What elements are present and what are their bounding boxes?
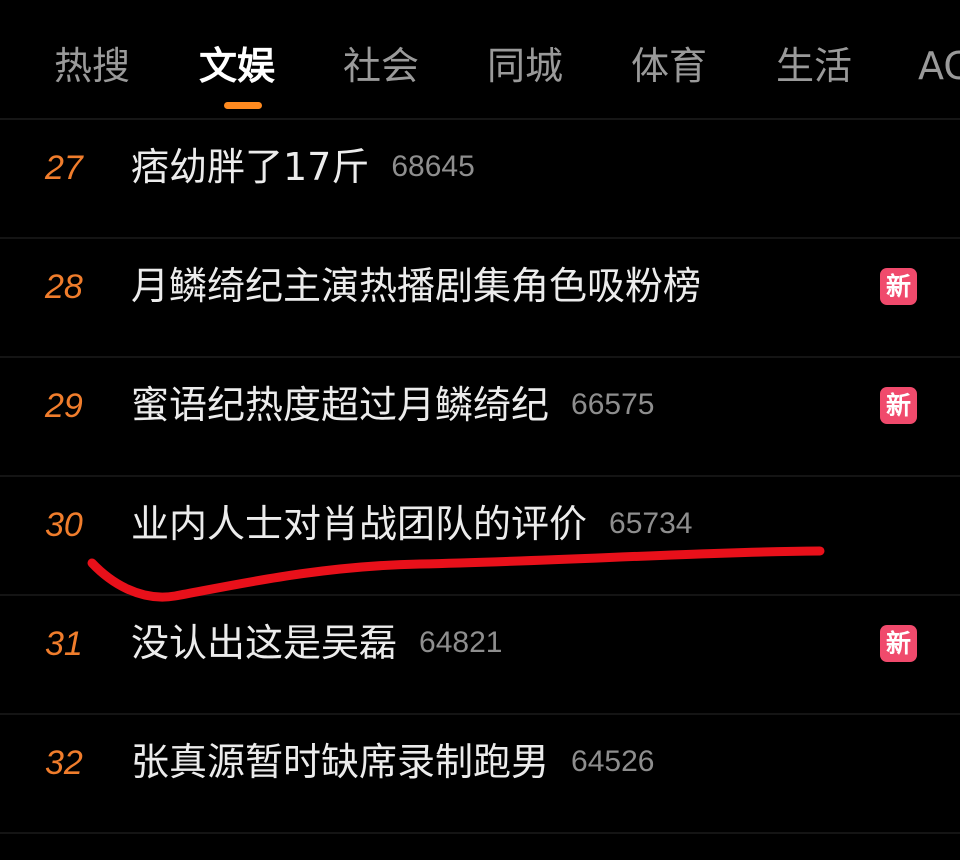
rank-number: 30 bbox=[45, 506, 83, 544]
heat-value: 65734 bbox=[609, 507, 693, 540]
topic-title[interactable]: 月鳞绮纪主演热播剧集角色吸粉榜 bbox=[131, 264, 701, 308]
tab-life[interactable]: 生活 bbox=[776, 44, 852, 88]
rank-number: 32 bbox=[45, 744, 83, 782]
list-item[interactable]: 28 月鳞绮纪主演热播剧集角色吸粉榜 新 bbox=[0, 239, 960, 358]
new-badge: 新 bbox=[880, 387, 917, 424]
rank-number: 27 bbox=[45, 149, 83, 187]
topic-title[interactable]: 业内人士对肖战团队的评价 bbox=[131, 502, 587, 546]
tab-local[interactable]: 同城 bbox=[487, 44, 563, 88]
new-badge: 新 bbox=[880, 625, 917, 662]
list-item[interactable]: 30 业内人士对肖战团队的评价 65734 bbox=[0, 477, 960, 596]
tab-sports[interactable]: 体育 bbox=[631, 44, 707, 88]
topic-title[interactable]: 蜜语纪热度超过月鳞绮纪 bbox=[131, 383, 549, 427]
tab-hot-search[interactable]: 热搜 bbox=[54, 44, 130, 88]
topic-title[interactable]: 张真源暂时缺席录制跑男 bbox=[131, 740, 549, 784]
row-content: 蜜语纪热度超过月鳞绮纪 66575 bbox=[131, 380, 654, 430]
row-content: 痞幼胖了17斤 68645 bbox=[131, 142, 475, 192]
row-content: 月鳞绮纪主演热播剧集角色吸粉榜 bbox=[131, 261, 701, 311]
heat-value: 66575 bbox=[571, 388, 655, 421]
list-item[interactable]: 27 痞幼胖了17斤 68645 bbox=[0, 120, 960, 239]
tab-acg[interactable]: AC bbox=[918, 44, 960, 88]
new-badge: 新 bbox=[880, 268, 917, 305]
tab-society[interactable]: 社会 bbox=[343, 44, 419, 88]
rank-number: 28 bbox=[45, 268, 83, 306]
row-content: 张真源暂时缺席录制跑男 64526 bbox=[131, 737, 654, 787]
hot-search-list: 27 痞幼胖了17斤 68645 28 月鳞绮纪主演热播剧集角色吸粉榜 新 29 … bbox=[0, 120, 960, 834]
heat-value: 68645 bbox=[391, 150, 475, 183]
category-tab-bar: 热搜 文娱 社会 同城 体育 生活 AC bbox=[0, 0, 960, 120]
topic-title[interactable]: 没认出这是吴磊 bbox=[131, 621, 397, 665]
active-tab-indicator bbox=[224, 102, 262, 109]
rank-number: 31 bbox=[45, 625, 83, 663]
heat-value: 64526 bbox=[571, 745, 655, 778]
row-content: 没认出这是吴磊 64821 bbox=[131, 618, 502, 668]
list-item[interactable]: 29 蜜语纪热度超过月鳞绮纪 66575 新 bbox=[0, 358, 960, 477]
list-item[interactable]: 31 没认出这是吴磊 64821 新 bbox=[0, 596, 960, 715]
topic-title[interactable]: 痞幼胖了17斤 bbox=[131, 145, 369, 189]
row-content: 业内人士对肖战团队的评价 65734 bbox=[131, 499, 692, 549]
heat-value: 64821 bbox=[419, 626, 503, 659]
tab-entertainment[interactable]: 文娱 bbox=[199, 44, 275, 88]
list-item[interactable]: 32 张真源暂时缺席录制跑男 64526 bbox=[0, 715, 960, 834]
rank-number: 29 bbox=[45, 387, 83, 425]
